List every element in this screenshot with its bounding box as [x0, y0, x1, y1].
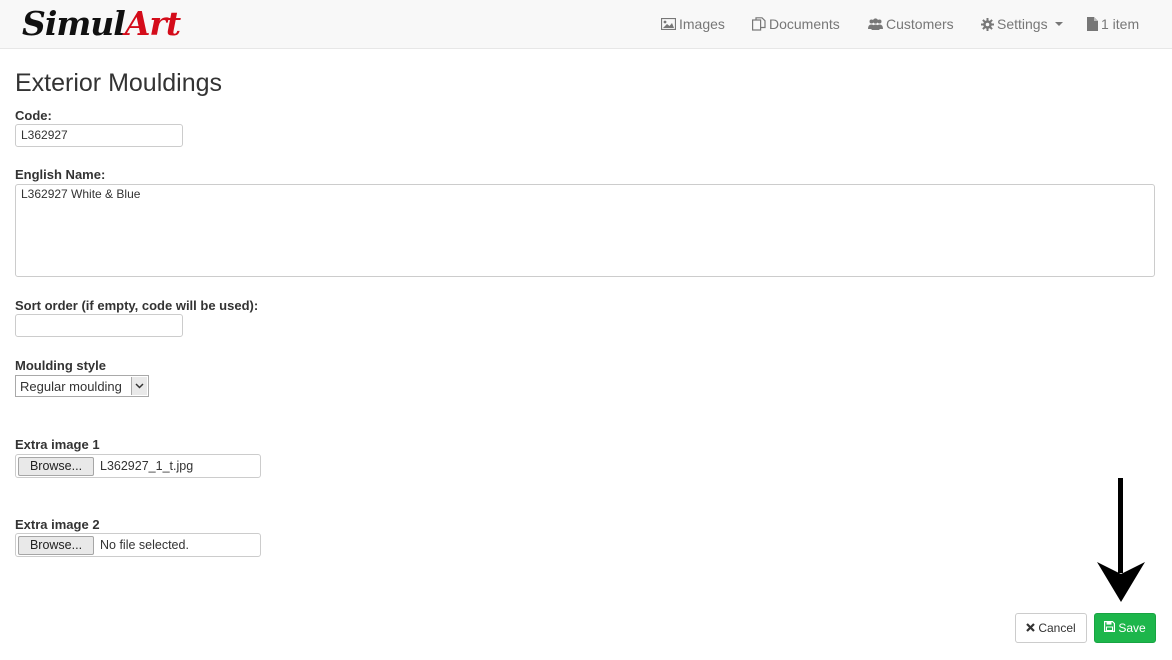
- english-name-textarea[interactable]: L362927 White & Blue: [15, 184, 1155, 277]
- extra-image-1-label: Extra image 1: [15, 437, 100, 452]
- brand-logo[interactable]: SimulArt: [22, 2, 181, 46]
- caret-down-icon: [1054, 22, 1063, 26]
- top-navbar: SimulArt Images Documents Customers Sett…: [0, 0, 1172, 49]
- chevron-down-icon: [131, 377, 147, 395]
- english-name-label: English Name:: [15, 167, 106, 182]
- nav-documents[interactable]: Documents: [752, 15, 840, 33]
- save-button[interactable]: Save: [1094, 613, 1156, 643]
- extra-image-2-filename: No file selected.: [100, 538, 189, 552]
- save-button-label: Save: [1118, 621, 1146, 635]
- nav-images[interactable]: Images: [661, 15, 725, 33]
- close-icon: [1026, 621, 1036, 635]
- extra-image-1-file-input[interactable]: Browse... L362927_1_t.jpg: [15, 454, 261, 478]
- extra-image-1-filename: L362927_1_t.jpg: [100, 459, 194, 473]
- nav-settings-dropdown[interactable]: Settings: [981, 15, 1063, 33]
- nav-customers-label: Customers: [886, 16, 954, 32]
- floppy-icon: [1104, 621, 1116, 635]
- gear-icon: [981, 17, 994, 31]
- code-label: Code:: [15, 108, 52, 123]
- cancel-button-label: Cancel: [1038, 621, 1076, 635]
- nav-settings-label: Settings: [997, 16, 1048, 32]
- nav-documents-label: Documents: [769, 16, 840, 32]
- sort-order-label: Sort order (if empty, code will be used)…: [15, 298, 259, 313]
- nav-images-label: Images: [679, 16, 725, 32]
- file-icon: [1087, 17, 1098, 31]
- moulding-style-select[interactable]: Regular moulding: [15, 375, 149, 397]
- users-icon: [868, 18, 883, 30]
- nav-cart[interactable]: 1 item: [1087, 15, 1139, 33]
- nav-customers[interactable]: Customers: [868, 15, 954, 33]
- cancel-button[interactable]: Cancel: [1015, 613, 1087, 643]
- code-input[interactable]: L362927: [15, 124, 183, 147]
- documents-icon: [752, 17, 766, 31]
- down-arrow-annotation: [1096, 478, 1146, 608]
- extra-image-1-browse-button[interactable]: Browse...: [18, 456, 94, 476]
- nav-cart-label: 1 item: [1101, 16, 1140, 32]
- extra-image-2-browse-button[interactable]: Browse...: [18, 535, 94, 555]
- extra-image-2-label: Extra image 2: [15, 517, 100, 532]
- page-title: Exterior Mouldings: [15, 69, 223, 97]
- extra-image-2-file-input[interactable]: Browse... No file selected.: [15, 533, 261, 557]
- sort-order-input[interactable]: [15, 314, 183, 337]
- moulding-style-label: Moulding style: [15, 358, 106, 373]
- moulding-style-value: Regular moulding: [20, 378, 122, 394]
- image-icon: [661, 18, 676, 30]
